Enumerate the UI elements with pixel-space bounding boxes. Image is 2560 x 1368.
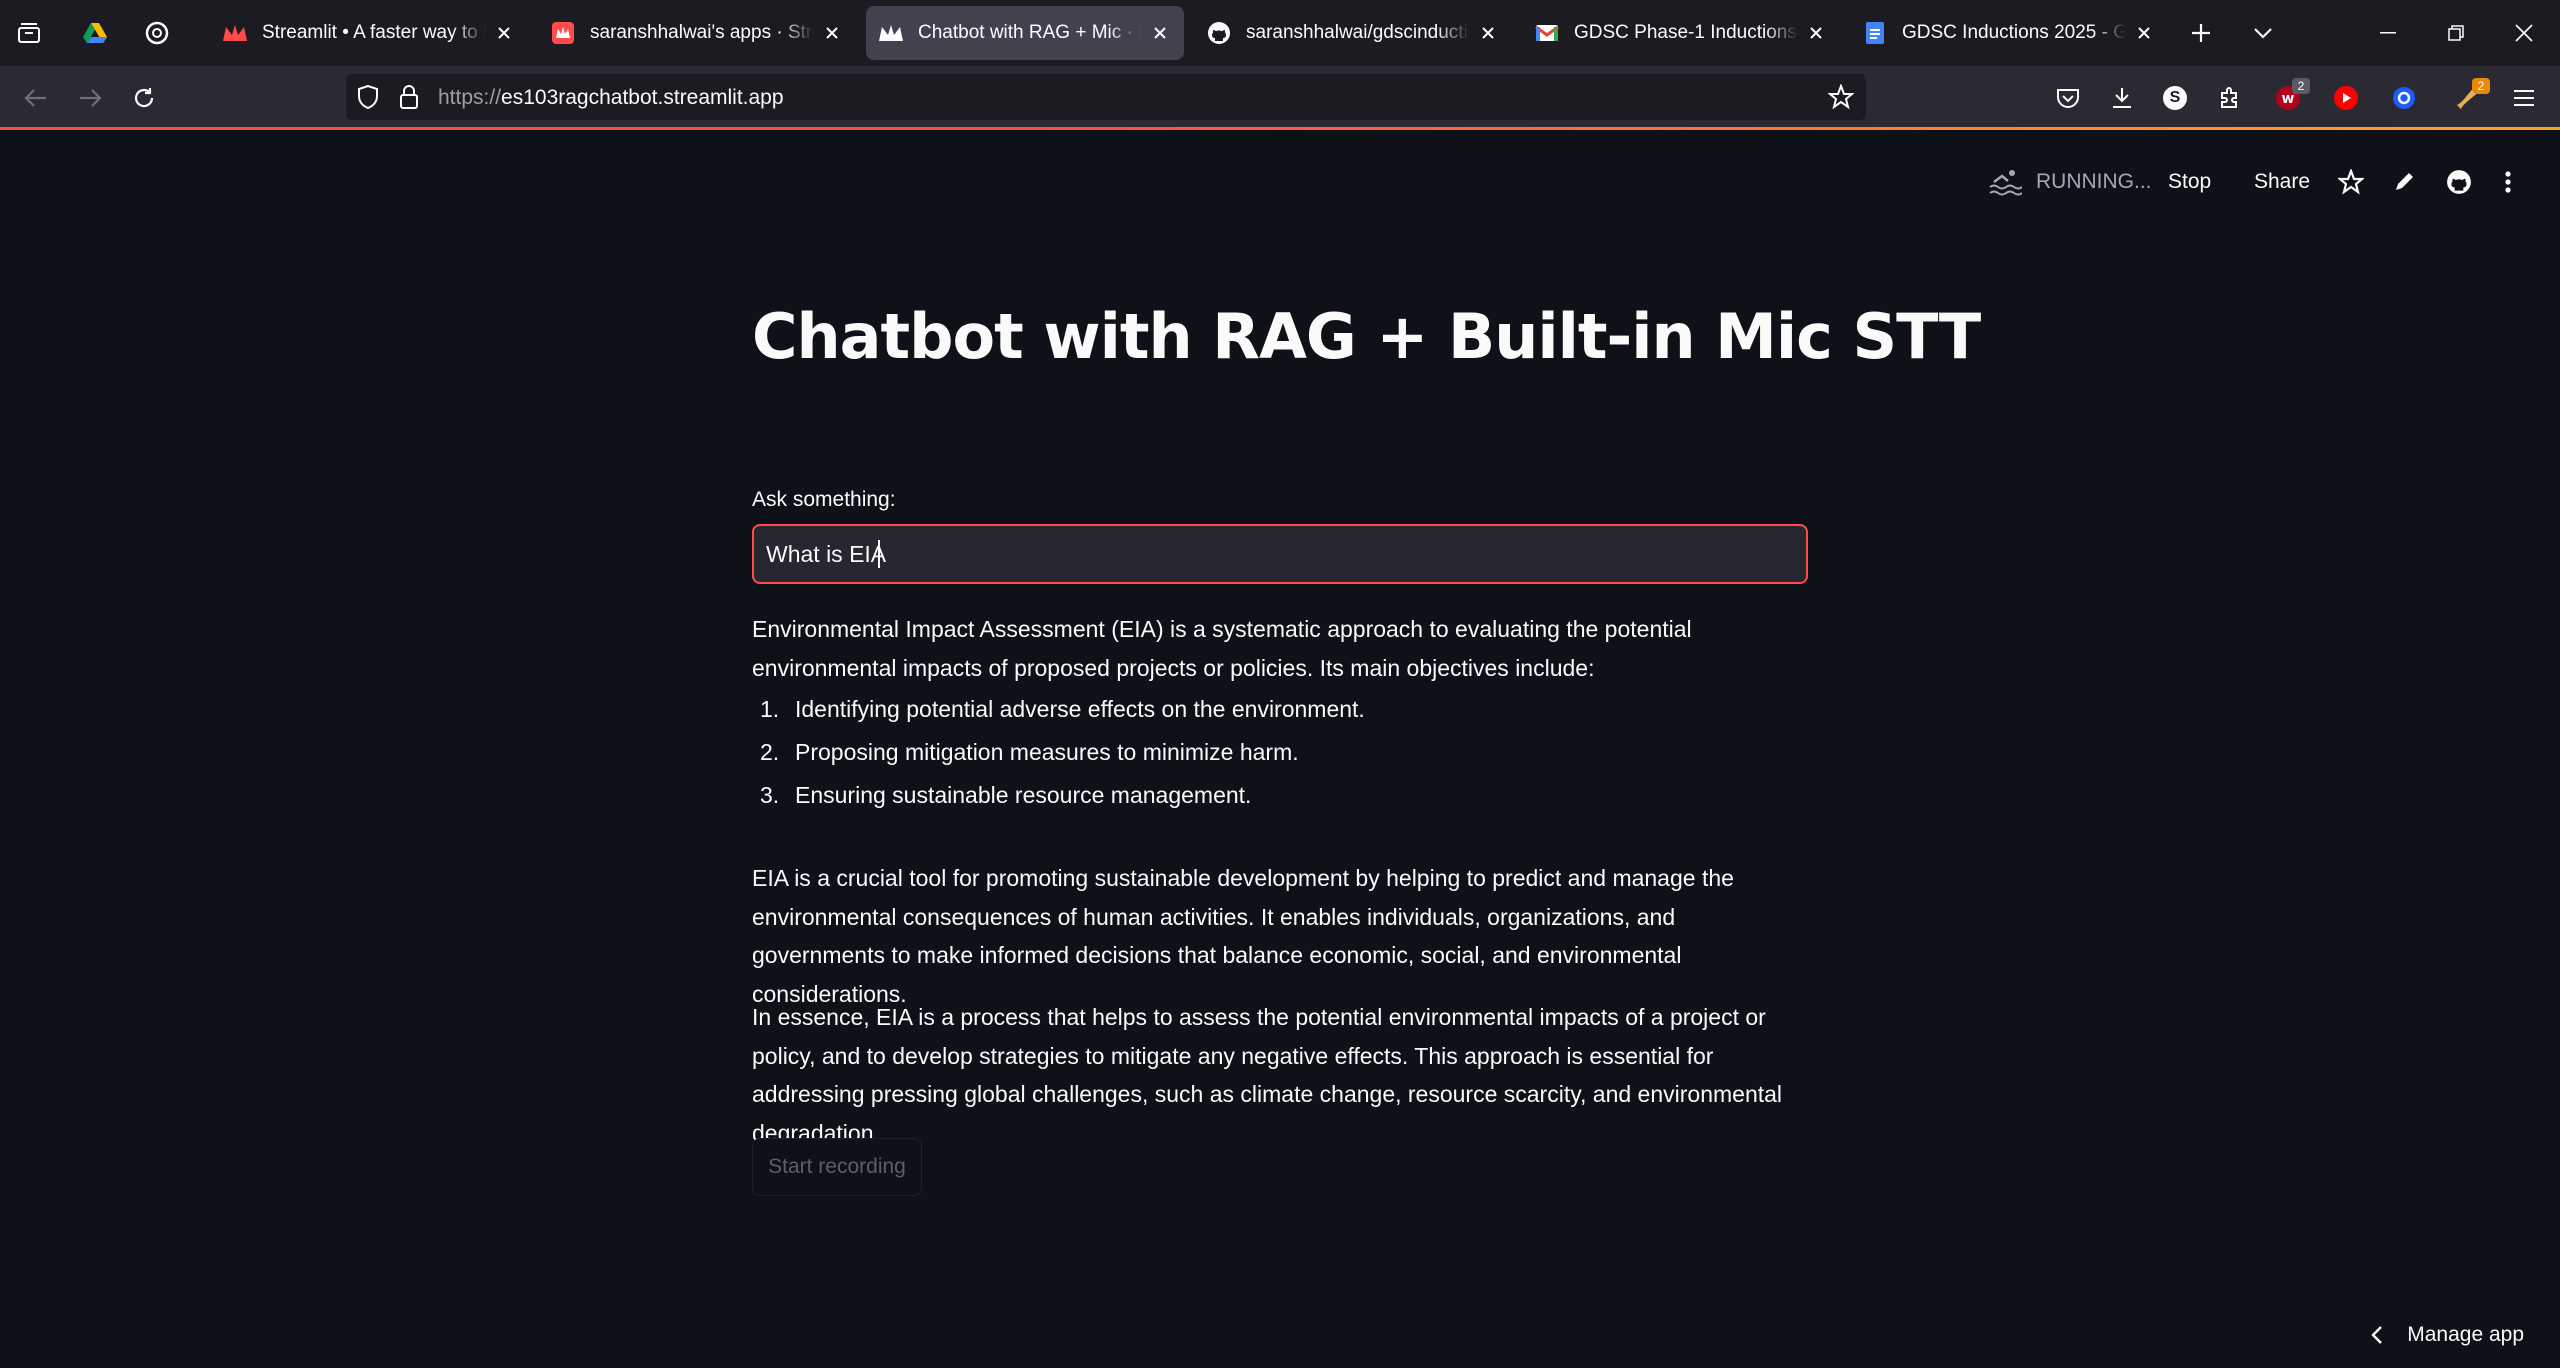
- list-item: 1. Identifying potential adverse effects …: [752, 688, 1808, 731]
- list-number: 2.: [760, 739, 780, 765]
- list-number: 3.: [760, 782, 780, 808]
- github-icon: [1206, 20, 1232, 46]
- list-number: 1.: [760, 696, 780, 722]
- list-item-text: Proposing mitigation measures to minimiz…: [795, 739, 1299, 765]
- streamlit-crown-icon: [222, 20, 248, 46]
- window-close-icon[interactable]: [2504, 16, 2544, 50]
- gmail-icon: [1534, 20, 1560, 46]
- close-tab-icon[interactable]: [492, 21, 516, 45]
- youtube-extension-icon[interactable]: [2328, 80, 2364, 116]
- browser-nav-bar: https://es103ragchatbot.streamlit.app S …: [0, 66, 2560, 128]
- hamburger-menu-icon[interactable]: [2506, 80, 2542, 116]
- window-minimize-icon[interactable]: [2368, 16, 2408, 50]
- close-tab-icon[interactable]: [1476, 21, 1500, 45]
- bookmark-star-icon[interactable]: [1827, 83, 1855, 115]
- running-status: RUNNING...: [2036, 170, 2152, 193]
- extension-last-badge: 2: [2472, 78, 2490, 94]
- tab-streamlit-home[interactable]: Streamlit • A faster way to buil: [210, 6, 528, 60]
- answer-intro-paragraph: Environmental Impact Assessment (EIA) is…: [752, 616, 1692, 681]
- address-bar[interactable]: https://es103ragchatbot.streamlit.app: [346, 74, 1866, 120]
- close-tab-icon[interactable]: [1148, 21, 1172, 45]
- start-recording-button[interactable]: Start recording: [752, 1138, 922, 1196]
- tab-label: saranshhalwai's apps · Streamlit: [590, 22, 814, 43]
- tab-google-docs[interactable]: GDSC Inductions 2025 - Googl: [1850, 6, 2168, 60]
- tab-chatbot-active[interactable]: Chatbot with RAG + Mic · Stre: [866, 6, 1184, 60]
- list-all-tabs-chevron-icon[interactable]: [2248, 18, 2278, 48]
- text-caret: [878, 540, 880, 568]
- close-tab-icon[interactable]: [820, 21, 844, 45]
- extension-w-icon[interactable]: w 2: [2270, 78, 2310, 116]
- answer-paragraph-2: EIA is a crucial tool for promoting sust…: [752, 865, 1734, 1007]
- list-item: 2. Proposing mitigation measures to minim…: [752, 731, 1808, 774]
- record-extension-icon[interactable]: [2386, 80, 2422, 116]
- downloads-icon[interactable]: [2104, 80, 2140, 116]
- tracking-protection-shield-icon[interactable]: [356, 84, 380, 115]
- more-options-kebab-icon[interactable]: [2504, 165, 2512, 199]
- chevron-left-icon: [2371, 1325, 2383, 1345]
- manage-app-label: Manage app: [2407, 1323, 2524, 1346]
- pinned-tab-google-drive-icon[interactable]: [80, 18, 110, 48]
- google-docs-icon: [1862, 20, 1888, 46]
- streamlit-red-square-icon: [550, 20, 576, 46]
- objectives-list: 1. Identifying potential adverse effects …: [752, 688, 1808, 817]
- pinned-tab-openai-icon[interactable]: [142, 18, 172, 48]
- app-toolbar: RUNNING... Stop Share: [1960, 130, 2560, 234]
- list-item: 3. Ensuring sustainable resource manageme…: [752, 774, 1808, 817]
- tab-github-repo[interactable]: saranshhalwai/gdscinduction: A: [1194, 6, 1512, 60]
- tab-label: Streamlit • A faster way to buil: [262, 22, 486, 43]
- close-tab-icon[interactable]: [1804, 21, 1828, 45]
- close-tab-icon[interactable]: [2132, 21, 2156, 45]
- list-item-text: Ensuring sustainable resource management…: [795, 782, 1252, 808]
- extension-w-badge: 2: [2292, 78, 2310, 94]
- github-icon[interactable]: [2446, 165, 2472, 199]
- profile-avatar[interactable]: S: [2157, 80, 2193, 116]
- url-scheme: https://: [438, 86, 502, 109]
- edit-pencil-icon[interactable]: [2392, 165, 2416, 199]
- tab-gmail[interactable]: GDSC Phase-1 Inductions - cse: [1522, 6, 1840, 60]
- tab-streamlit-apps[interactable]: saranshhalwai's apps · Streamlit: [538, 6, 856, 60]
- answer-paragraph-3: In essence, EIA is a process that helps …: [752, 1004, 1783, 1146]
- question-input-label: Ask something:: [752, 488, 896, 511]
- browser-tab-bar: Streamlit • A faster way to buil saransh…: [0, 0, 2560, 66]
- extension-last-icon[interactable]: 2: [2450, 78, 2490, 116]
- tab-label: GDSC Phase-1 Inductions - cse: [1574, 22, 1798, 43]
- streamlit-app: RUNNING... Stop Share Chatbot with RAG +…: [0, 130, 2560, 1368]
- tab-list-icon[interactable]: [14, 18, 44, 48]
- profile-letter: S: [2169, 89, 2181, 106]
- svg-text:w: w: [2282, 91, 2295, 107]
- list-item-text: Identifying potential adverse effects on…: [795, 696, 1365, 722]
- lock-icon[interactable]: [398, 84, 420, 115]
- page-title: Chatbot with RAG + Built-in Mic STT: [752, 300, 1981, 373]
- tab-label: Chatbot with RAG + Mic · Stre: [918, 22, 1142, 43]
- streamlit-crown-icon: [878, 20, 904, 46]
- question-input-container: [752, 524, 1808, 584]
- back-arrow-icon[interactable]: [18, 80, 54, 116]
- url-host: es103ragchatbot.streamlit.app: [501, 86, 784, 109]
- url-text[interactable]: https://es103ragchatbot.streamlit.app: [438, 86, 784, 110]
- stop-button[interactable]: Stop: [2168, 165, 2211, 199]
- tab-label: saranshhalwai/gdscinduction: A: [1246, 22, 1470, 43]
- new-tab-plus-icon[interactable]: [2186, 18, 2216, 48]
- running-swimmer-icon: [1988, 165, 2022, 199]
- pocket-icon[interactable]: [2050, 80, 2086, 116]
- reload-icon[interactable]: [126, 80, 162, 116]
- manage-app-button[interactable]: Manage app: [2371, 1318, 2524, 1352]
- share-button[interactable]: Share: [2254, 165, 2310, 199]
- question-input[interactable]: [766, 526, 1786, 582]
- tab-label: GDSC Inductions 2025 - Googl: [1902, 22, 2126, 43]
- extensions-puzzle-icon[interactable]: [2212, 80, 2248, 116]
- window-restore-icon[interactable]: [2436, 16, 2476, 50]
- favorite-star-icon[interactable]: [2338, 165, 2364, 199]
- forward-arrow-icon[interactable]: [72, 80, 108, 116]
